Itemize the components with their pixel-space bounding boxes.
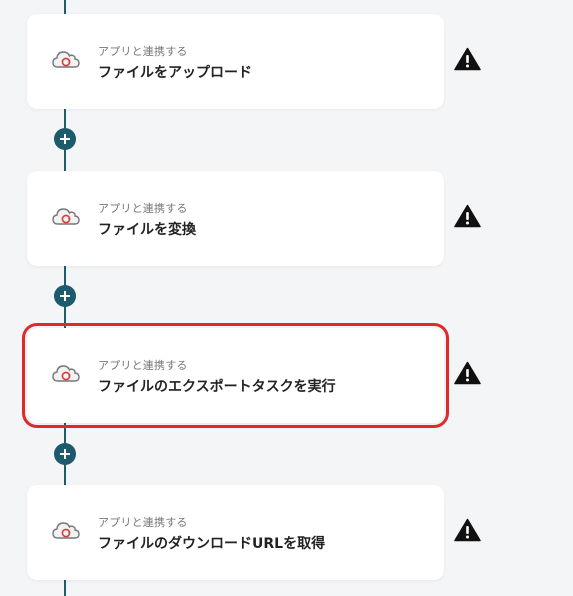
flow-step-card-selected[interactable]: アプリと連携する ファイルのエクスポートタスクを実行: [22, 323, 449, 428]
add-step-button[interactable]: [54, 285, 76, 307]
add-step-button[interactable]: [54, 128, 76, 150]
step-title: ファイルのダウンロードURLを取得: [98, 536, 326, 552]
step-subtitle: アプリと連携する: [98, 516, 188, 529]
plus-icon: [60, 134, 70, 144]
step-subtitle: アプリと連携する: [98, 45, 188, 58]
flow-step-card[interactable]: アプリと連携する ファイルを変換: [27, 171, 444, 266]
cloud-convert-icon: [52, 208, 80, 225]
warning-icon[interactable]: [454, 204, 481, 228]
plus-icon: [60, 291, 70, 301]
cloud-convert-icon: [52, 51, 80, 68]
step-title: ファイルを変換: [98, 222, 196, 238]
warning-icon[interactable]: [454, 361, 481, 385]
add-step-button[interactable]: [54, 443, 76, 465]
cloud-convert-icon: [52, 522, 80, 539]
flow-step-card[interactable]: アプリと連携する ファイルをアップロード: [27, 14, 444, 109]
warning-icon[interactable]: [454, 518, 481, 542]
cloud-convert-icon: [52, 365, 80, 382]
step-title: ファイルをアップロード: [98, 65, 252, 81]
warning-icon[interactable]: [454, 47, 481, 71]
step-subtitle: アプリと連携する: [98, 359, 188, 372]
step-subtitle: アプリと連携する: [98, 202, 188, 215]
plus-icon: [60, 449, 70, 459]
step-title: ファイルのエクスポートタスクを実行: [98, 379, 336, 395]
flow-step-card[interactable]: アプリと連携する ファイルのダウンロードURLを取得: [27, 485, 444, 580]
